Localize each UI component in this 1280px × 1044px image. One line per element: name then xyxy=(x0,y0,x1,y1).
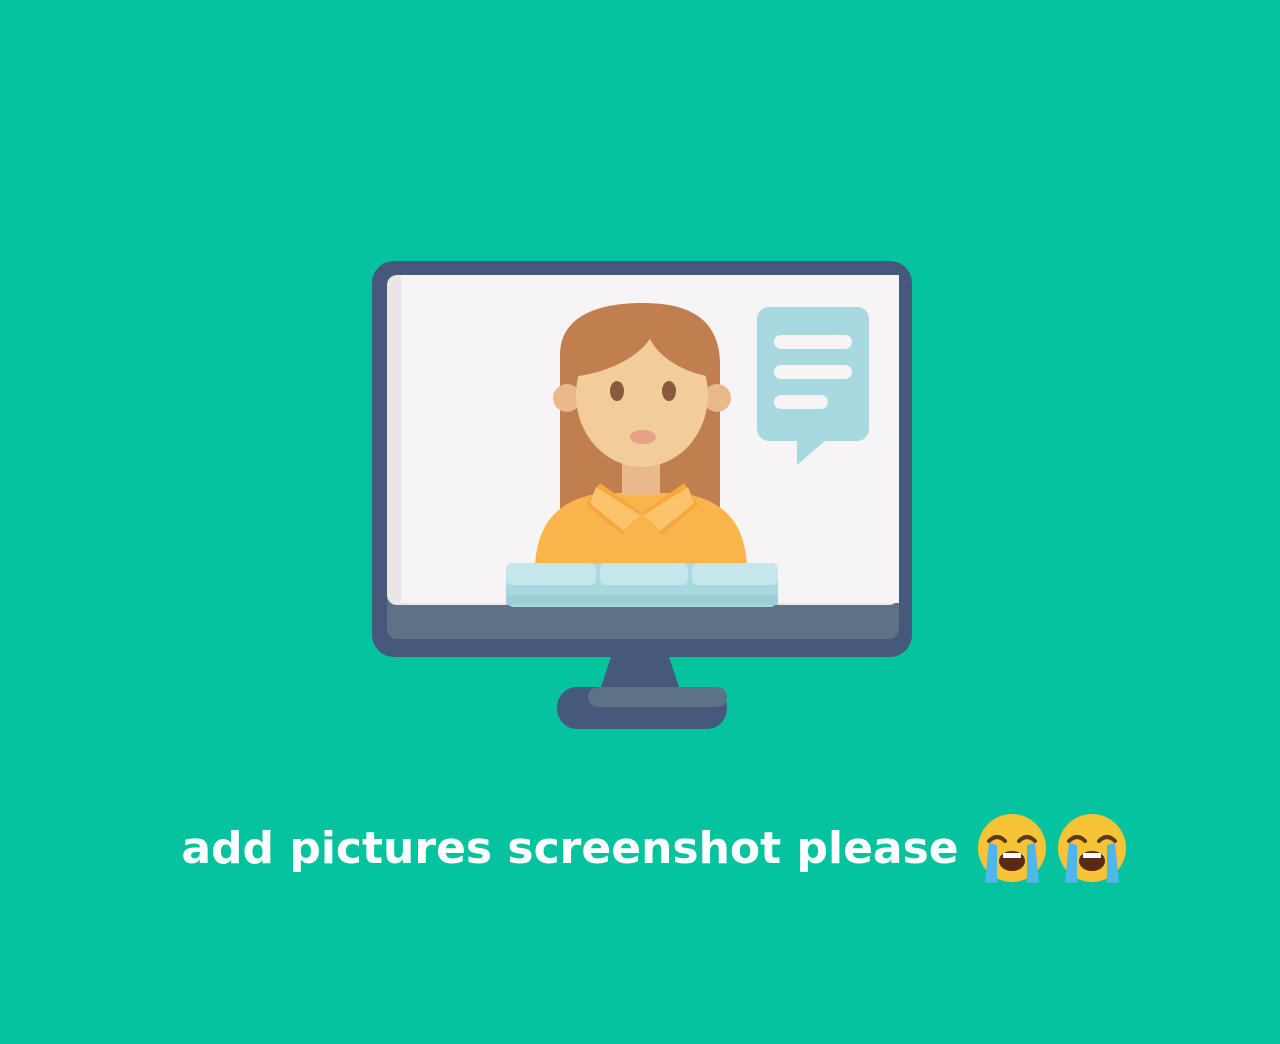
page: add pictures screenshot please xyxy=(0,0,1280,1044)
crying-face-icon xyxy=(977,814,1046,883)
monitor-stand xyxy=(557,645,727,729)
crying-face-icon xyxy=(1057,814,1126,883)
caption-row: add pictures screenshot please xyxy=(0,808,1280,888)
woman-avatar xyxy=(535,303,747,565)
keyboard xyxy=(506,563,778,607)
emoji-group xyxy=(975,811,1129,885)
caption-text: add pictures screenshot please xyxy=(181,822,959,874)
video-call-monitor-illustration xyxy=(372,261,912,729)
